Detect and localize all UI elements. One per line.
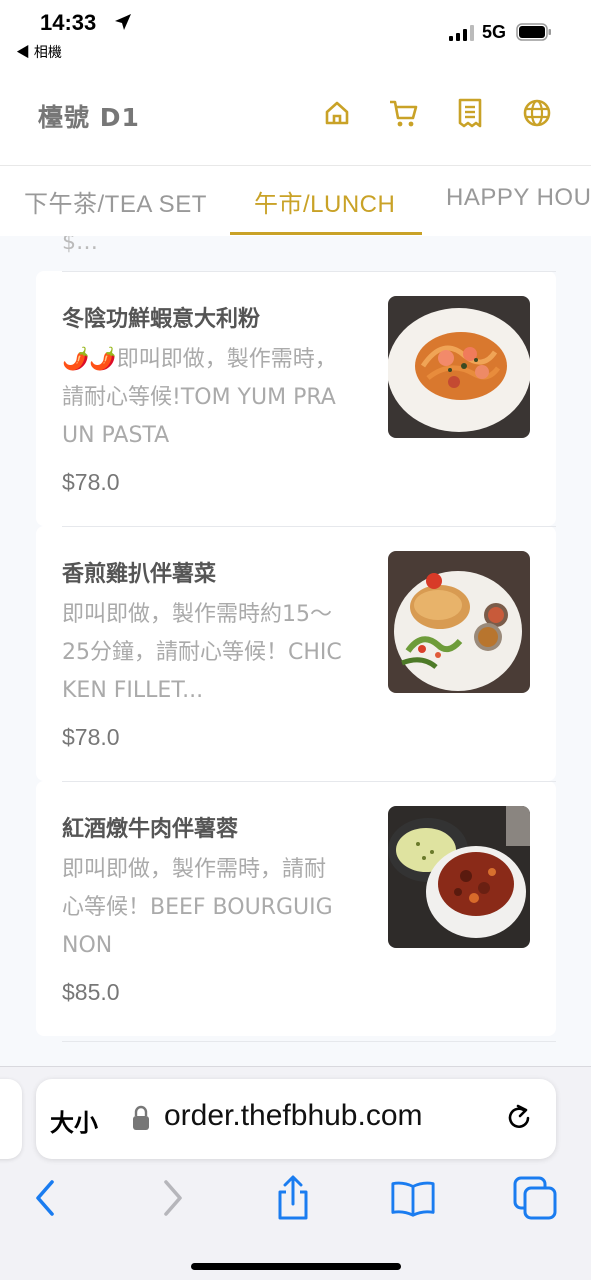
back-icon[interactable] (22, 1175, 68, 1221)
item-price: $85.0 (62, 979, 120, 1005)
text-size-button[interactable]: 大小 (50, 1103, 98, 1138)
item-divider (62, 526, 556, 527)
home-indicator[interactable] (191, 1263, 401, 1270)
table-number-title: 檯號 D1 (38, 103, 140, 132)
share-icon[interactable] (270, 1175, 316, 1221)
tab-lunch[interactable]: 午市/LUNCH (254, 184, 395, 219)
location-icon (115, 14, 131, 30)
app-header: 檯號 D1 (0, 70, 591, 166)
browser-toolbar: 大小 order.thefbhub.com (0, 1066, 591, 1280)
item-description: 🌶️🌶️即叫即做，製作需時，請耐心等候!TOM YUM PRAUN PASTA (62, 347, 337, 448)
address-bar[interactable]: 大小 order.thefbhub.com (36, 1079, 556, 1159)
menu-item-card[interactable]: 紅酒燉牛肉伴薯蓉 即叫即做，製作需時，請耐心等候！BEEF BOURGUIGNO… (36, 781, 556, 1036)
pasta-photo[interactable] (388, 296, 530, 438)
category-tabs: 下午茶/TEA SET 午市/LUNCH HAPPY HOU (0, 166, 591, 236)
item-name: 冬陰功鮮蝦意大利粉 (62, 307, 261, 332)
back-to-app-link[interactable]: ◀ 相機 (16, 42, 62, 62)
lock-icon (133, 1105, 149, 1130)
network-type: 5G (482, 22, 507, 42)
menu-item-card[interactable]: 香煎雞扒伴薯菜 即叫即做，製作需時約15～25分鐘，請耐心等候！CHICKEN … (36, 526, 556, 781)
item-description: 即叫即做，製作需時，請耐心等候！BEEF BOURGUIGNON (62, 857, 333, 958)
receipt-icon[interactable] (453, 96, 487, 130)
cart-icon[interactable] (386, 96, 420, 130)
status-bar: 14:33 ◀ 相機 5G (0, 0, 591, 70)
forward-icon[interactable] (150, 1175, 196, 1221)
home-icon[interactable] (320, 96, 354, 130)
chicken-photo[interactable] (388, 551, 530, 693)
item-price: $78.0 (62, 469, 120, 495)
beef-photo[interactable] (388, 806, 530, 948)
item-divider (62, 1041, 556, 1042)
tab-happy-hour[interactable]: HAPPY HOU (446, 184, 591, 212)
item-divider (62, 271, 556, 272)
previous-tab-preview[interactable] (0, 1079, 22, 1159)
bookmarks-icon[interactable] (390, 1175, 436, 1221)
tabs-icon[interactable] (512, 1175, 558, 1221)
item-description: 即叫即做，製作需時約15～25分鐘，請耐心等候！CHICKEN FILLET..… (62, 602, 342, 703)
item-name: 紅酒燉牛肉伴薯蓉 (62, 817, 239, 842)
item-name: 香煎雞扒伴薯菜 (62, 562, 217, 587)
tab-tea-set[interactable]: 下午茶/TEA SET (24, 184, 207, 219)
previous-item-price-cutoff: $… (62, 236, 98, 255)
menu-item-card[interactable]: 冬陰功鮮蝦意大利粉 🌶️🌶️即叫即做，製作需時，請耐心等候!TOM YUM PR… (36, 271, 556, 526)
signal-icon (449, 25, 474, 41)
globe-icon[interactable] (520, 96, 554, 130)
item-price: $78.0 (62, 724, 120, 750)
url-text[interactable]: order.thefbhub.com (164, 1099, 423, 1133)
active-tab-indicator (230, 232, 422, 235)
status-time: 14:33 (40, 10, 97, 35)
app-root: 14:33 ◀ 相機 5G 檯號 D1 下午茶/TEA SET 午市/LUNCH… (0, 0, 591, 1280)
menu-list[interactable]: $… 冬陰功鮮蝦意大利粉 🌶️🌶️即叫即做，製作需時，請耐心等候!TOM YUM… (0, 236, 591, 1066)
battery-icon (516, 23, 551, 41)
reload-icon[interactable] (502, 1101, 536, 1135)
item-divider (62, 781, 556, 782)
